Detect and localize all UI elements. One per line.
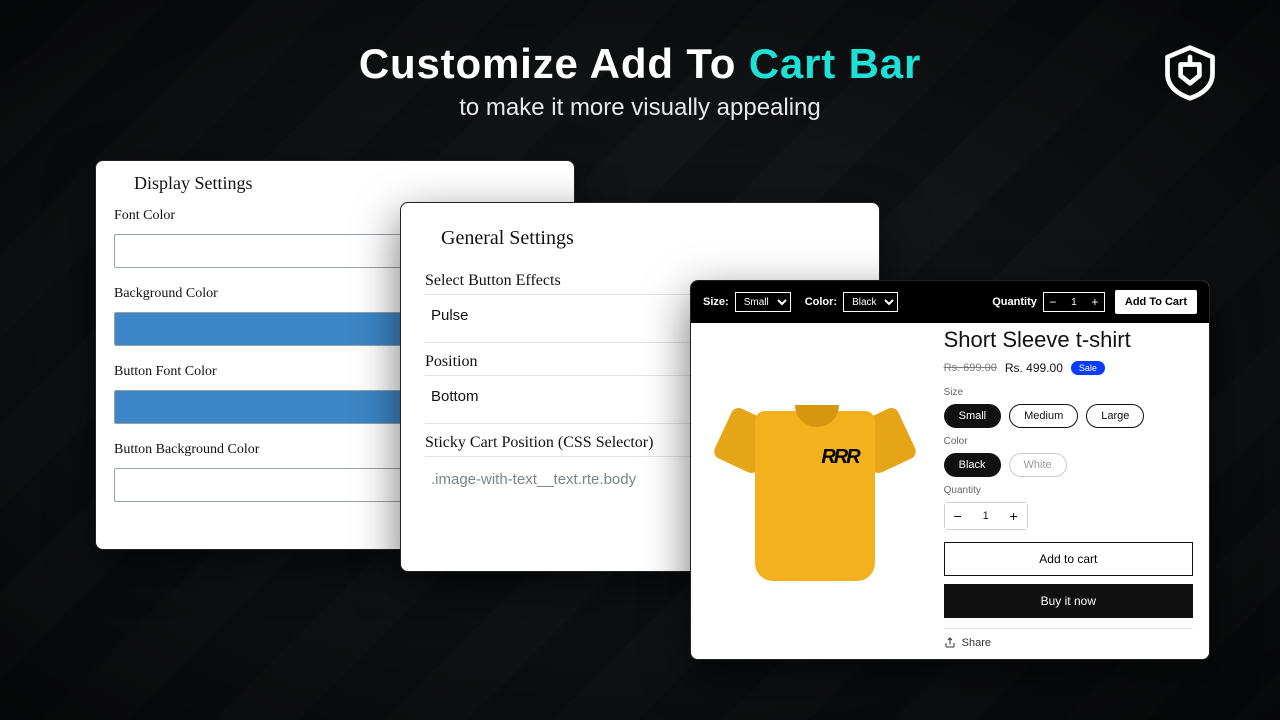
cartbar-color-select[interactable]: Black (843, 292, 898, 312)
cartbar-size-label: Size: (703, 296, 729, 308)
page-subtitle: to make it more visually appealing (0, 94, 1280, 122)
size-chip-small[interactable]: Small (944, 404, 1002, 428)
sale-badge: Sale (1071, 361, 1105, 375)
color-label: Color (944, 436, 1193, 447)
display-settings-heading: Display Settings (134, 173, 556, 194)
size-chips: Small Medium Large (944, 404, 1193, 428)
title-accent: Cart Bar (749, 40, 921, 87)
tshirt-icon: RRR (725, 391, 905, 591)
quantity-label: Quantity (944, 485, 1193, 496)
cartbar-color-label: Color: (805, 296, 837, 308)
share-label: Share (962, 637, 991, 649)
product-title: Short Sleeve t-shirt (944, 327, 1193, 353)
page-title: Customize Add To Cart Bar (0, 40, 1280, 88)
buy-now-button[interactable]: Buy it now (944, 584, 1193, 618)
price-new: Rs. 499.00 (1005, 361, 1063, 375)
qty-value: 1 (971, 510, 1001, 522)
product-image: RRR (691, 323, 940, 659)
price-row: Rs. 699.00 Rs. 499.00 Sale (944, 361, 1193, 375)
quantity-stepper[interactable]: − 1 + (944, 502, 1028, 530)
size-chip-large[interactable]: Large (1086, 404, 1144, 428)
cartbar-qty-value: 1 (1062, 297, 1086, 308)
hero-heading: Customize Add To Cart Bar to make it mor… (0, 0, 1280, 122)
cartbar-quantity-label: Quantity (992, 296, 1037, 308)
size-label: Size (944, 387, 1193, 398)
add-to-cart-button[interactable]: Add to cart (944, 542, 1193, 576)
color-chips: Black White (944, 453, 1193, 477)
general-settings-heading: General Settings (441, 227, 855, 250)
cartbar-add-button[interactable]: Add To Cart (1115, 290, 1197, 314)
product-preview-panel: Size: Small Color: Black Quantity − 1 + … (690, 280, 1210, 660)
color-chip-white[interactable]: White (1009, 453, 1067, 477)
brand-logo-icon (1160, 42, 1220, 102)
sticky-cart-bar: Size: Small Color: Black Quantity − 1 + … (691, 281, 1209, 323)
tshirt-print: RRR (821, 446, 858, 469)
divider (944, 628, 1193, 629)
qty-decrease[interactable]: − (945, 503, 971, 529)
size-chip-medium[interactable]: Medium (1009, 404, 1078, 428)
cartbar-qty-increase[interactable]: + (1086, 293, 1104, 311)
cartbar-qty-decrease[interactable]: − (1044, 293, 1062, 311)
share-link[interactable]: Share (944, 637, 1193, 649)
color-chip-black[interactable]: Black (944, 453, 1001, 477)
cartbar-quantity-stepper[interactable]: − 1 + (1043, 292, 1105, 312)
cartbar-size-select[interactable]: Small (735, 292, 791, 312)
price-old: Rs. 699.00 (944, 362, 997, 374)
qty-increase[interactable]: + (1001, 503, 1027, 529)
title-pre: Customize Add To (359, 40, 749, 87)
share-icon (944, 637, 956, 649)
